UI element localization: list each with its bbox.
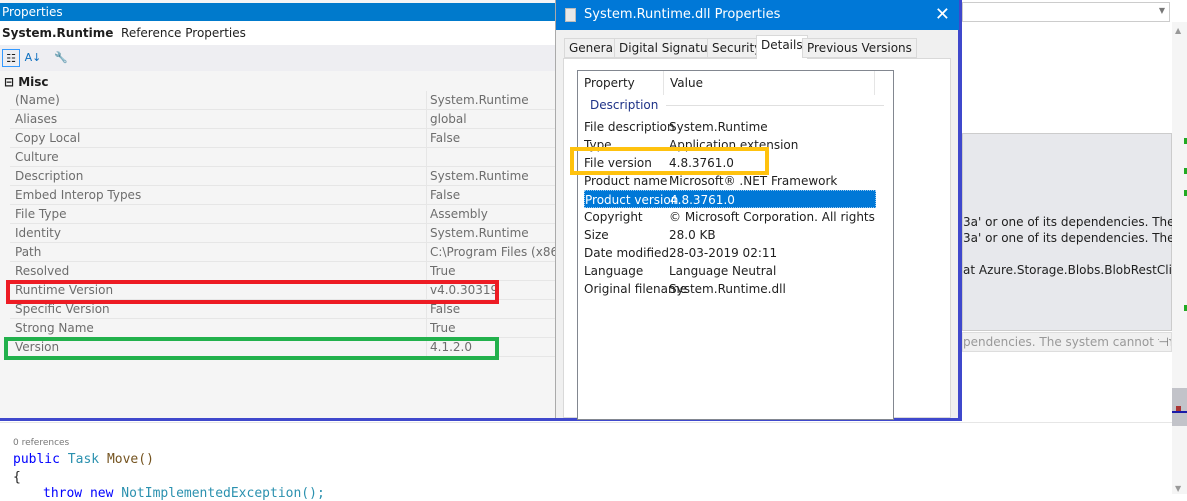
property-name: Culture [15, 150, 59, 164]
detail-value: 4.8.3761.0 [670, 193, 735, 207]
properties-title: Properties [0, 3, 555, 21]
properties-toolbar: ☷ A↓ 🔧 [0, 45, 555, 71]
property-name: Aliases [15, 112, 58, 126]
scroll-down-icon[interactable]: ▼ [1175, 484, 1181, 493]
property-row[interactable]: Path C:\Program Files (x86)\R [10, 243, 555, 262]
column-property[interactable]: Property [584, 71, 635, 95]
keyword: public [13, 452, 60, 467]
detail-value: System.Runtime.dll [669, 282, 786, 296]
categorized-icon[interactable]: ☷ [2, 49, 20, 67]
property-row[interactable]: Embed Interop Types False [10, 186, 555, 205]
property-value[interactable]: False [430, 129, 555, 148]
property-value[interactable]: global [430, 110, 555, 129]
detail-value: 28-03-2019 02:11 [669, 246, 778, 260]
pin-icon[interactable]: ⊣ [1158, 333, 1169, 351]
property-name: Identity [15, 226, 61, 240]
property-row[interactable]: File Type Assembly [10, 205, 555, 224]
object-selector[interactable]: System.Runtime Reference Properties [0, 21, 555, 45]
property-name: Copy Local [15, 131, 81, 145]
detail-name: Language [584, 264, 644, 278]
brace: { [13, 470, 21, 485]
object-type: Reference Properties [121, 26, 246, 40]
property-value[interactable]: System.Runtime [430, 167, 555, 186]
detail-value: 28.0 KB [669, 228, 716, 242]
detail-name: File description [584, 120, 675, 134]
type-name: Task [67, 452, 100, 467]
detail-row[interactable]: File description System.Runtime [584, 118, 876, 136]
detail-row[interactable]: Original filename System.Runtime.dll [584, 280, 876, 298]
property-row[interactable]: Aliases global [10, 110, 555, 129]
detail-name: Date modified [584, 246, 670, 260]
property-name: (Name) [15, 93, 60, 107]
status-text: pendencies. The system cannot finc... [963, 335, 1172, 349]
property-value[interactable]: C:\Program Files (x86)\R [430, 243, 555, 262]
highlight-version [4, 337, 499, 360]
property-row[interactable]: Culture [10, 148, 555, 167]
status-strip: pendencies. The system cannot finc... ⊣ [962, 332, 1172, 352]
column-value[interactable]: Value [663, 71, 703, 95]
vertical-scrollbar[interactable]: ▲ ▼ [1172, 22, 1187, 494]
highlight-runtime-version [6, 280, 499, 304]
detail-value: System.Runtime [669, 120, 768, 134]
details-list[interactable]: Property Value Description File descript… [577, 70, 894, 420]
file-properties-dialog: System.Runtime.dll Properties ✕ General … [555, 0, 959, 420]
section-description: Description [590, 98, 659, 112]
codelens-references[interactable]: 0 references [13, 438, 69, 448]
property-name: Path [15, 245, 42, 259]
alphabetical-icon[interactable]: A↓ [24, 49, 42, 67]
detail-row[interactable]: Copyright © Microsoft Corporation. All ri… [584, 208, 876, 226]
highlight-file-version [570, 147, 769, 175]
file-icon [565, 8, 576, 22]
tab-previous-versions[interactable]: Previous Versions [802, 38, 917, 58]
property-value[interactable]: Assembly [430, 205, 555, 224]
chevron-down-icon: ▼ [1158, 6, 1165, 15]
property-value[interactable]: System.Runtime [430, 224, 555, 243]
method-name: Move() [106, 452, 154, 467]
scroll-up-icon[interactable]: ▲ [1175, 26, 1181, 35]
member-dropdown[interactable]: ▼ [962, 2, 1170, 22]
property-row[interactable]: Copy Local False [10, 129, 555, 148]
collapse-icon[interactable]: ⊟ [4, 75, 18, 89]
detail-row[interactable]: Date modified 28-03-2019 02:11 [584, 244, 876, 262]
tab-details[interactable]: Details [756, 35, 808, 59]
property-value[interactable]: True [430, 262, 555, 281]
property-row[interactable]: (Name) System.Runtime [10, 91, 555, 110]
dialog-title: System.Runtime.dll Properties [556, 0, 959, 30]
exception-tooltip: 3a' or one of its dependencies. The sy..… [962, 133, 1187, 331]
property-name: Strong Name [15, 321, 94, 335]
code-editor[interactable]: 0 references public Task Move() { throw … [0, 422, 1172, 501]
property-row[interactable]: Identity System.Runtime [10, 224, 555, 243]
property-name: Resolved [15, 264, 70, 278]
category-misc[interactable]: ⊟ Misc [0, 73, 49, 91]
tab-general[interactable]: General [564, 38, 622, 58]
tooltip-line: 3a' or one of its dependencies. The sy..… [963, 215, 1187, 229]
property-name: File Type [15, 207, 67, 221]
property-value[interactable]: True [430, 319, 555, 338]
detail-value: Language Neutral [669, 264, 777, 278]
detail-row[interactable]: Language Language Neutral [584, 262, 876, 280]
property-row[interactable]: Strong Name True [10, 319, 555, 338]
property-name: Description [15, 169, 84, 183]
object-name: System.Runtime [2, 26, 114, 40]
detail-row[interactable]: Size 28.0 KB [584, 226, 876, 244]
detail-row[interactable]: Product version 4.8.3761.0 [584, 190, 876, 208]
property-pages-icon[interactable]: 🔧 [52, 49, 70, 67]
property-name: Embed Interop Types [15, 188, 142, 202]
property-row[interactable]: Resolved True [10, 262, 555, 281]
tooltip-line: 3a' or one of its dependencies. The sys.… [963, 231, 1187, 245]
detail-value: © Microsoft Corporation. All rights rese… [669, 210, 876, 224]
close-icon[interactable]: ✕ [935, 0, 950, 30]
tooltip-line: at Azure.Storage.Blobs.BlobRestClient... [963, 263, 1187, 277]
property-row[interactable]: Description System.Runtime [10, 167, 555, 186]
detail-name: Copyright [584, 210, 643, 224]
editor-right: ▼ 3a' or one of its dependencies. The sy… [962, 0, 1187, 421]
category-label: Misc [18, 75, 49, 89]
property-value[interactable]: System.Runtime [430, 91, 555, 110]
detail-name: Product version [585, 193, 679, 207]
list-header: Property Value [578, 71, 893, 95]
property-value[interactable]: False [430, 186, 555, 205]
detail-name: Size [584, 228, 609, 242]
